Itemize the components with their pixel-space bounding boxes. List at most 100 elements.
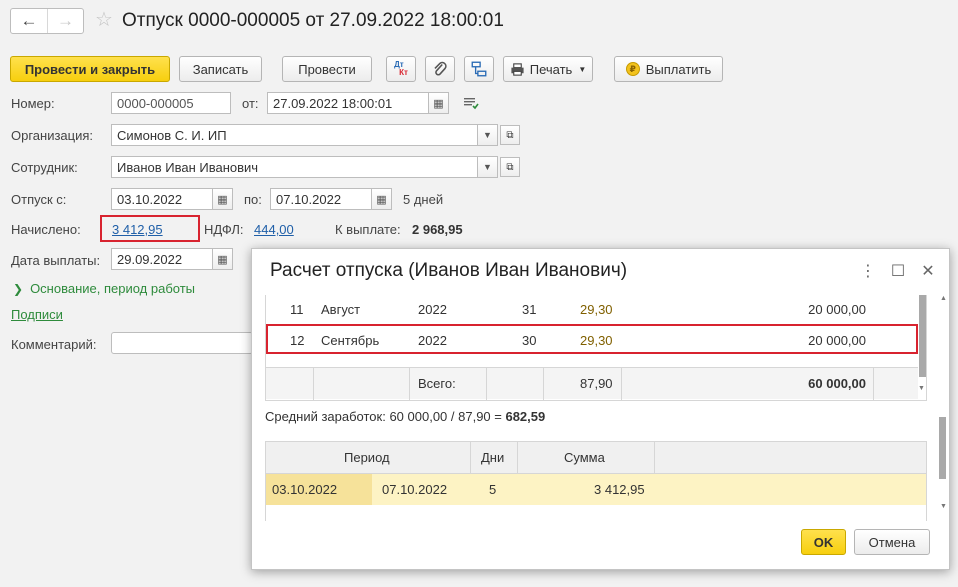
chevron-down-icon: ▼	[483, 130, 492, 140]
vacation-calculation-dialog: Расчет отпуска (Иванов Иван Иванович) ⋮ …	[251, 248, 950, 570]
table-scrollbar[interactable]: ▼	[918, 295, 927, 399]
document-list-icon[interactable]	[463, 96, 479, 113]
accrued-label: Начислено:	[11, 222, 81, 237]
maximize-icon[interactable]: ☐	[889, 261, 907, 281]
period-from: 03.10.2022	[272, 482, 338, 497]
employee-field[interactable]: Иванов Иван Иванович	[111, 156, 478, 178]
hierarchy-icon	[471, 61, 487, 77]
row-sum: 20 000,00	[808, 302, 866, 317]
paperclip-icon	[434, 61, 447, 76]
arrow-left-icon: ←	[20, 11, 38, 30]
column-divider	[621, 368, 622, 400]
attach-button[interactable]	[425, 56, 455, 82]
basis-section-toggle[interactable]: ❯ Основание, период работы	[13, 281, 195, 296]
dialog-scrollbar[interactable]: ▲ ▼	[938, 295, 947, 517]
structure-button[interactable]	[464, 56, 494, 82]
to-pay-label: К выплате:	[335, 222, 401, 237]
forward-button[interactable]: →	[46, 9, 83, 33]
table-row[interactable]: 03.10.2022 07.10.2022 5 3 412,95	[266, 474, 926, 505]
average-earnings-value: 682,59	[505, 409, 546, 424]
star-icon[interactable]: ☆	[95, 9, 113, 31]
organization-field[interactable]: Симонов С. И. ИП	[111, 124, 478, 146]
print-label: Печать	[529, 61, 573, 77]
printer-icon	[511, 62, 524, 76]
more-icon[interactable]: ⋮	[859, 261, 877, 281]
average-earnings-text: Средний заработок: 60 000,00 / 87,90 =	[265, 409, 506, 424]
date-field[interactable]: 27.09.2022 18:00:01	[267, 92, 429, 114]
column-divider	[470, 442, 471, 474]
calendar-icon: ▦	[217, 253, 228, 266]
table-scrollbar-thumb[interactable]	[919, 295, 926, 377]
number-label: Номер:	[11, 96, 55, 111]
pay-date-field[interactable]: 29.09.2022	[111, 248, 213, 270]
date-label: от:	[242, 96, 259, 111]
post-and-close-button[interactable]: Провести и закрыть	[10, 56, 170, 82]
employee-label: Сотрудник:	[11, 160, 78, 175]
ndfl-label: НДФЛ:	[204, 222, 244, 237]
period-to: 07.10.2022	[382, 482, 448, 497]
cancel-button[interactable]: Отмена	[854, 529, 930, 555]
accrued-link[interactable]: 3 412,95	[112, 222, 163, 237]
dialog-title: Расчет отпуска (Иванов Иван Иванович)	[270, 260, 628, 281]
average-earnings: Средний заработок: 60 000,00 / 87,90 = 6…	[265, 409, 545, 424]
period-table: Период Дни Сумма 03.10.2022 07.10.2022 5…	[265, 441, 927, 521]
calendar-icon: ▦	[217, 193, 228, 206]
total-sum: 60 000,00	[808, 376, 866, 391]
days-count: 5 дней	[403, 192, 444, 207]
arrow-right-icon: →	[56, 11, 74, 30]
pay-date-calendar-button[interactable]: ▦	[213, 248, 233, 270]
open-window-icon: ⧉	[506, 161, 514, 173]
employee-open-button[interactable]: ⧉	[500, 157, 520, 177]
total-label: Всего:	[418, 376, 456, 391]
ok-button[interactable]: OK	[801, 529, 846, 555]
save-button[interactable]: Записать	[179, 56, 262, 82]
column-divider	[313, 368, 314, 400]
date-calendar-button[interactable]: ▦	[429, 92, 449, 114]
vacation-to-field[interactable]: 07.10.2022	[270, 188, 372, 210]
comment-field[interactable]	[111, 332, 253, 354]
vacation-to-calendar-button[interactable]: ▦	[372, 188, 392, 210]
pay-date-label: Дата выплаты:	[11, 253, 101, 268]
back-button[interactable]: ←	[11, 9, 47, 33]
table-row[interactable]: 11 Август 2022 31 29,30 20 000,00	[266, 295, 918, 325]
close-icon[interactable]: ✕	[919, 261, 937, 281]
kt-label: Кт	[399, 68, 408, 77]
totals-row: Всего: 87,90 60 000,00	[266, 367, 918, 400]
calendar-icon: ▦	[433, 97, 444, 110]
column-divider	[654, 442, 655, 474]
signatures-link[interactable]: Подписи	[11, 307, 63, 322]
header-days[interactable]: Дни	[481, 450, 504, 465]
header-period[interactable]: Период	[344, 450, 390, 465]
vacation-from-calendar-button[interactable]: ▦	[213, 188, 233, 210]
vacation-to-label: по:	[244, 192, 262, 207]
basis-link-label: Основание, период работы	[30, 281, 196, 296]
total-coefficient: 87,90	[580, 376, 613, 391]
pay-button[interactable]: ₽ Выплатить	[614, 56, 723, 82]
organization-dropdown-button[interactable]: ▼	[478, 124, 498, 146]
to-pay-value: 2 968,95	[412, 222, 463, 237]
employee-dropdown-button[interactable]: ▼	[478, 156, 498, 178]
scroll-down-icon[interactable]: ▼	[940, 503, 947, 510]
header-sum[interactable]: Сумма	[564, 450, 605, 465]
dialog-scrollbar-thumb[interactable]	[939, 417, 946, 479]
earnings-table: 11 Август 2022 31 29,30 20 000,00 12 Сен…	[265, 295, 927, 401]
row-month: Август	[321, 302, 361, 317]
comment-label: Комментарий:	[11, 337, 97, 352]
dt-kt-button[interactable]: Дт Кт	[386, 56, 416, 82]
scroll-down-icon[interactable]: ▼	[918, 385, 925, 392]
row-number: 11	[290, 302, 304, 317]
ndfl-link[interactable]: 444,00	[254, 222, 294, 237]
print-button[interactable]: Печать ▼	[503, 56, 593, 82]
organization-open-button[interactable]: ⧉	[500, 125, 520, 145]
column-divider	[517, 442, 518, 474]
vacation-from-label: Отпуск с:	[11, 192, 67, 207]
pay-label: Выплатить	[645, 61, 712, 77]
number-field[interactable]: 0000-000005	[111, 92, 231, 114]
row-year: 2022	[418, 302, 447, 317]
period-table-header: Период Дни Сумма	[266, 442, 926, 474]
column-divider	[543, 368, 544, 400]
column-divider	[873, 368, 874, 400]
vacation-from-field[interactable]: 03.10.2022	[111, 188, 213, 210]
scroll-up-icon[interactable]: ▲	[940, 295, 947, 302]
post-button[interactable]: Провести	[282, 56, 372, 82]
